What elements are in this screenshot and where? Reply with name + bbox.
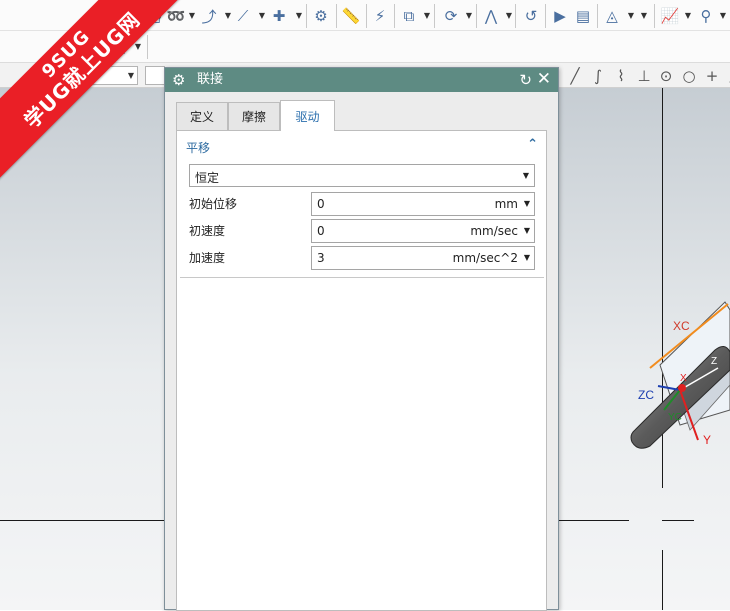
animation-icon[interactable]: ▶	[549, 5, 571, 27]
acceleration-row: 加速度 3 mm/sec^2 ▼	[189, 246, 535, 270]
solver-icon[interactable]: ↺	[520, 5, 542, 27]
xc-label: XC	[673, 319, 690, 333]
dropdown-caret-icon: ▼	[522, 171, 529, 180]
part-model[interactable]	[620, 290, 730, 460]
dialog-title: 联接	[197, 72, 224, 87]
dropdown-caret-icon[interactable]: ▼	[188, 12, 196, 20]
z-label: Z	[711, 356, 718, 367]
circle-snap-icon[interactable]: ⊙	[656, 66, 676, 86]
initial-velocity-field[interactable]: 0 mm/sec ▼	[311, 219, 535, 243]
dropdown-caret-icon[interactable]: ▼	[684, 12, 692, 20]
point-icon[interactable]: ✚	[268, 5, 290, 27]
x-label: X	[680, 373, 687, 384]
driver-tab-panel: 平移 ⌃ 恒定 ▼ 初始位移 0 mm ▼ 初速度 0 mm/sec ▼ 加速度	[176, 130, 547, 611]
dropdown-caret-icon[interactable]: ▼	[719, 12, 727, 20]
zc-label: ZC	[638, 388, 654, 402]
toolbar-separator	[147, 35, 148, 59]
initial-displacement-unit[interactable]: mm	[495, 197, 518, 211]
dropdown-caret-icon[interactable]: ▼	[505, 12, 513, 20]
tab-friction[interactable]: 摩擦	[228, 102, 280, 130]
gear-icon: ⚙	[172, 71, 186, 89]
intersection-snap-icon[interactable]: +	[702, 66, 722, 86]
translation-group-header[interactable]: 平移 ⌃	[186, 137, 538, 157]
probe-icon[interactable]: ⚲	[695, 5, 717, 27]
acceleration-value: 3	[317, 251, 325, 265]
package-icon[interactable]: ◬	[601, 5, 623, 27]
initial-displacement-value: 0	[317, 197, 325, 211]
initial-velocity-value: 0	[317, 224, 325, 238]
joint-dialog: ⚙ 联接 ↻ ✕ 定义 摩擦 驱动 平移 ⌃ 恒定 ▼ 初始位移 0 mm ▼ …	[164, 67, 559, 611]
line-snap-icon[interactable]: ╱	[565, 66, 585, 86]
toolbar-separator	[434, 4, 435, 28]
acceleration-unit[interactable]: mm/sec^2	[453, 251, 518, 265]
toolbar-separator	[306, 4, 307, 28]
tangent-snap-icon[interactable]: /	[722, 66, 730, 86]
initial-displacement-field[interactable]: 0 mm ▼	[311, 192, 535, 216]
toolbar-separator	[654, 4, 655, 28]
marker-icon[interactable]: ⟋	[232, 5, 254, 27]
acceleration-label: 加速度	[189, 251, 226, 265]
dropdown-caret-icon[interactable]: ▼	[524, 253, 530, 262]
datum-line	[559, 520, 629, 521]
tab-definition[interactable]: 定义	[176, 102, 228, 130]
initial-displacement-label: 初始位移	[189, 197, 238, 211]
dropdown-caret-icon[interactable]: ▼	[627, 12, 635, 20]
dropdown-caret-icon[interactable]: ▼	[423, 12, 431, 20]
curve-snap-icon[interactable]: ∫	[588, 66, 608, 86]
initial-velocity-unit[interactable]: mm/sec	[470, 224, 518, 238]
initial-velocity-row: 初速度 0 mm/sec ▼	[189, 219, 535, 243]
toolbar-separator	[336, 4, 337, 28]
dropdown-caret-icon[interactable]: ▼	[224, 12, 232, 20]
tab-driver[interactable]: 驱动	[280, 100, 335, 131]
toolbar-separator	[545, 4, 546, 28]
dropdown-caret-icon[interactable]: ▼	[258, 12, 266, 20]
close-icon[interactable]: ✕	[537, 70, 551, 88]
trace-icon[interactable]: ⋀	[480, 5, 502, 27]
dropdown-caret-icon[interactable]: ▼	[295, 12, 303, 20]
rotate-icon[interactable]: ⟳	[440, 5, 462, 27]
origin-marker-icon	[678, 384, 686, 392]
yc-label: YC	[668, 412, 682, 423]
reset-icon[interactable]: ↻	[519, 71, 532, 89]
dropdown-caret-icon[interactable]: ▼	[640, 12, 648, 20]
y-label: Y	[703, 433, 712, 447]
perpendicular-snap-icon[interactable]: ⊥	[634, 66, 654, 86]
scope-filter-select[interactable]	[145, 66, 165, 85]
datum-line	[0, 520, 164, 521]
gear-mechanism-icon[interactable]: ⚙	[310, 5, 332, 27]
collapse-up-icon[interactable]: ⌃	[527, 137, 538, 152]
spline-snap-icon[interactable]: ⌇	[611, 66, 631, 86]
interference-icon[interactable]: ⚡	[369, 5, 391, 27]
dropdown-caret-icon[interactable]: ▼	[134, 43, 142, 51]
toolbar-separator	[366, 4, 367, 28]
dialog-title-bar[interactable]: ⚙ 联接 ↻ ✕	[165, 68, 558, 92]
initial-displacement-row: 初始位移 0 mm ▼	[189, 192, 535, 216]
initial-velocity-label: 初速度	[189, 224, 226, 238]
dropdown-caret-icon[interactable]: ▼	[524, 226, 530, 235]
toolbar-separator	[515, 4, 516, 28]
toolbar-separator	[476, 4, 477, 28]
box-select-icon[interactable]: ⧉	[398, 5, 420, 27]
measure-icon[interactable]: 📏	[340, 5, 362, 27]
center-snap-icon[interactable]: ○	[679, 66, 699, 86]
dropdown-caret-icon[interactable]: ▼	[465, 12, 473, 20]
toolbar-separator	[597, 4, 598, 28]
datum-axis-line	[662, 550, 663, 610]
joint-icon[interactable]: ⤴	[198, 5, 220, 27]
group-divider	[180, 277, 544, 278]
toolbar-separator	[394, 4, 395, 28]
report-icon[interactable]: ▤	[572, 5, 594, 27]
drive-type-value: 恒定	[195, 171, 220, 185]
graph-icon[interactable]: 📈	[659, 5, 681, 27]
acceleration-field[interactable]: 3 mm/sec^2 ▼	[311, 246, 535, 270]
datum-line	[662, 520, 694, 521]
dropdown-caret-icon[interactable]: ▼	[524, 199, 530, 208]
dropdown-caret-icon: ▼	[127, 71, 134, 80]
group-title: 平移	[186, 141, 211, 155]
drive-type-select[interactable]: 恒定 ▼	[189, 164, 535, 187]
